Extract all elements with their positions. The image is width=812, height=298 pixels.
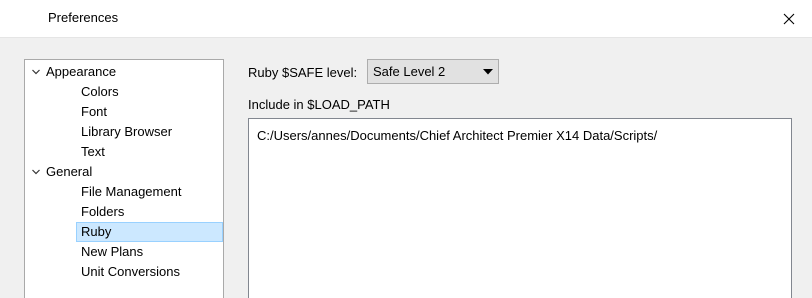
dialog-body: Appearance Colors Font Library Browser T… [0,38,812,298]
load-path-value: C:/Users/annes/Documents/Chief Architect… [257,128,658,143]
chevron-down-icon[interactable] [29,62,43,82]
tree-item-label: Font [81,104,108,119]
chevron-down-icon[interactable] [29,162,43,182]
tree-item-text[interactable]: Text [25,142,223,162]
tree-item-file-management[interactable]: File Management [25,182,223,202]
tree-item-label: Unit Conversions [81,264,180,279]
tree-item-unit-conversions[interactable]: Unit Conversions [25,262,223,282]
window-title: Preferences [48,10,119,25]
tree-item-label: Appearance [46,64,117,79]
close-icon [783,13,795,25]
title-bar: Preferences [0,0,812,38]
tree-item-label: Folders [81,204,125,219]
safe-level-label: Ruby $SAFE level: [248,65,358,80]
tree-item-label: Colors [81,84,119,99]
load-path-textarea[interactable]: C:/Users/annes/Documents/Chief Architect… [248,118,792,298]
tree-item-font[interactable]: Font [25,102,223,122]
tree-item-label: New Plans [81,244,144,259]
tree-item-label: Library Browser [81,124,173,139]
tree-item-colors[interactable]: Colors [25,82,223,102]
tree-item-label: Text [81,144,105,159]
tree-item-new-plans[interactable]: New Plans [25,242,223,262]
tree-item-label: File Management [81,184,182,199]
tree-item-label: General [46,164,93,179]
preferences-tree[interactable]: Appearance Colors Font Library Browser T… [24,59,224,298]
load-path-label: Include in $LOAD_PATH [248,97,390,112]
close-button[interactable] [766,0,812,38]
safe-level-dropdown[interactable]: Safe Level 2 [367,59,499,84]
preferences-window: Preferences Appearance Colors Font Libra… [0,0,812,298]
tree-item-folders[interactable]: Folders [25,202,223,222]
tree-item-general[interactable]: General [25,162,223,182]
safe-level-value: Safe Level 2 [373,64,446,79]
tree-item-ruby[interactable]: Ruby [25,222,223,242]
tree-item-label: Ruby [76,222,223,242]
tree-item-appearance[interactable]: Appearance [25,62,223,82]
tree-item-library-browser[interactable]: Library Browser [25,122,223,142]
dropdown-arrow-icon [478,68,498,75]
